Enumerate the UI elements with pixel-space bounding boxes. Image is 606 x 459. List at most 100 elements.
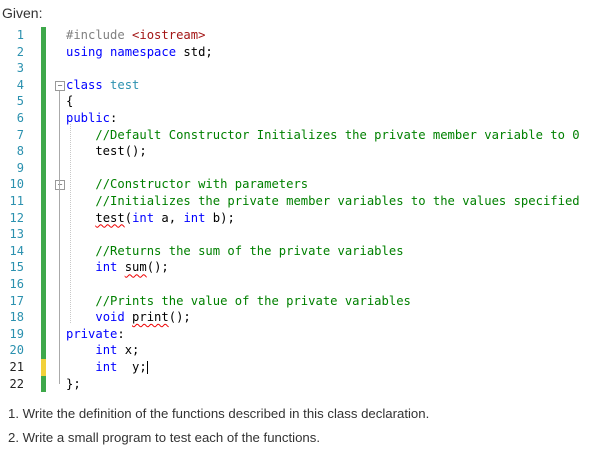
- line-number: 1: [16, 28, 24, 42]
- code-token: {: [66, 94, 74, 109]
- code-token: test: [110, 77, 140, 92]
- code-token: ();: [146, 260, 169, 275]
- code-text: test(int a, int b);: [66, 210, 235, 227]
- code-token: using namespace: [66, 44, 184, 59]
- code-text: private:: [66, 326, 125, 343]
- code-line[interactable]: 17 //Prints the value of the private var…: [0, 293, 606, 310]
- line-number: 11: [9, 194, 24, 208]
- code-text: class test: [66, 77, 139, 94]
- line-number: 22: [9, 376, 24, 391]
- code-token: int: [95, 343, 118, 358]
- code-token: test: [95, 210, 125, 225]
- code-token: print: [132, 310, 169, 325]
- code-line[interactable]: 7 //Default Constructor Initializes the …: [0, 127, 606, 144]
- code-text: using namespace std;: [66, 44, 213, 61]
- code-line[interactable]: 19 private:: [0, 326, 606, 343]
- code-token: test();: [66, 144, 147, 159]
- line-number: 6: [16, 111, 24, 125]
- code-token: :: [110, 111, 118, 125]
- line-number: 10: [9, 177, 24, 192]
- line-number: 16: [9, 277, 24, 291]
- code-token: //Initializes the private member variabl…: [95, 194, 580, 208]
- line-number: 5: [16, 94, 24, 109]
- code-token: };: [66, 376, 81, 391]
- code-token: //Default Constructor Initializes the pr…: [95, 127, 580, 142]
- code-line[interactable]: 10 //Constructor with parameters: [0, 176, 606, 193]
- change-indicator-bar: [41, 27, 46, 359]
- code-token: //Returns the sum of the private variabl…: [95, 243, 404, 258]
- code-line[interactable]: 12 test(int a, int b);: [0, 210, 606, 227]
- code-line[interactable]: 3: [0, 60, 606, 77]
- code-token: int: [183, 210, 206, 225]
- line-number: 15: [9, 260, 24, 275]
- code-token: #include: [66, 28, 133, 42]
- code-token: void: [95, 310, 133, 325]
- code-line[interactable]: 1 #include <iostream>: [0, 27, 606, 44]
- collapse-outline-icon[interactable]: −: [55, 80, 65, 91]
- line-number: 8: [16, 144, 24, 159]
- line-number: 19: [9, 326, 24, 341]
- code-line[interactable]: 21 int y;: [0, 359, 606, 376]
- code-line[interactable]: 2 using namespace std;: [0, 44, 606, 61]
- question-item: 1. Write the definition of the functions…: [8, 406, 430, 421]
- code-line[interactable]: 9: [0, 160, 606, 177]
- code-token: :: [117, 326, 125, 341]
- code-token: std;: [183, 44, 213, 59]
- code-token: int: [95, 360, 118, 374]
- code-token: b);: [205, 210, 235, 225]
- line-number: 4: [16, 77, 24, 92]
- code-line[interactable]: 11 //Initializes the private member vari…: [0, 193, 606, 210]
- code-text: //Prints the value of the private variab…: [66, 293, 411, 310]
- code-token: <iostream>: [132, 28, 206, 42]
- code-token: int: [132, 210, 155, 225]
- questions-list: 1. Write the definition of the functions…: [8, 405, 429, 453]
- code-token: ();: [168, 310, 191, 325]
- code-text: //Default Constructor Initializes the pr…: [66, 127, 580, 144]
- code-text: {: [66, 93, 73, 110]
- code-text: //Constructor with parameters: [66, 176, 308, 193]
- code-text: int x;: [66, 342, 139, 359]
- code-token: class: [66, 77, 111, 92]
- line-number: 12: [9, 210, 24, 225]
- code-line[interactable]: 18 void print();: [0, 309, 606, 326]
- code-text: int y;: [66, 359, 148, 376]
- line-number: 3: [16, 61, 24, 76]
- line-number: 17: [9, 293, 24, 308]
- code-token: //Prints the value of the private variab…: [95, 293, 411, 308]
- question-item: 2. Write a small program to test each of…: [8, 430, 321, 445]
- code-token: sum: [124, 260, 147, 275]
- code-token: a,: [154, 210, 184, 225]
- line-number: 18: [9, 310, 24, 325]
- code-text: //Returns the sum of the private variabl…: [66, 243, 404, 260]
- code-line[interactable]: 4 class test: [0, 77, 606, 94]
- line-number: 2: [16, 44, 24, 59]
- collapse-outline-icon[interactable]: −: [55, 180, 65, 191]
- code-token: (: [124, 210, 133, 225]
- change-indicator-bar: [41, 359, 46, 376]
- indent-guide: [70, 124, 71, 324]
- code-line[interactable]: 15 int sum();: [0, 259, 606, 276]
- code-line[interactable]: 5{: [0, 93, 606, 110]
- code-editor[interactable]: 1 #include <iostream> 2 using namespace std…: [0, 26, 606, 396]
- code-token: //Constructor with parameters: [95, 177, 309, 192]
- code-token: private: [66, 326, 118, 341]
- code-line[interactable]: 22};: [0, 376, 606, 393]
- code-token: int: [95, 260, 125, 275]
- change-indicator-bar: [41, 375, 46, 393]
- code-line[interactable]: 20 int x;: [0, 342, 606, 359]
- intro-label: Given:: [2, 5, 43, 21]
- code-text: test();: [66, 143, 147, 160]
- line-number: 20: [9, 343, 24, 358]
- code-text: int sum();: [66, 259, 169, 276]
- code-text: //Initializes the private member variabl…: [66, 193, 580, 210]
- code-line[interactable]: 8 test();: [0, 143, 606, 160]
- code-line[interactable]: 13: [0, 226, 606, 243]
- outline-guide: [59, 90, 60, 384]
- line-number: 7: [16, 127, 24, 142]
- line-number: 21: [9, 360, 24, 374]
- code-line[interactable]: 14 //Returns the sum of the private vari…: [0, 243, 606, 260]
- code-line[interactable]: 6 public:: [0, 110, 606, 127]
- code-line[interactable]: 16: [0, 276, 606, 293]
